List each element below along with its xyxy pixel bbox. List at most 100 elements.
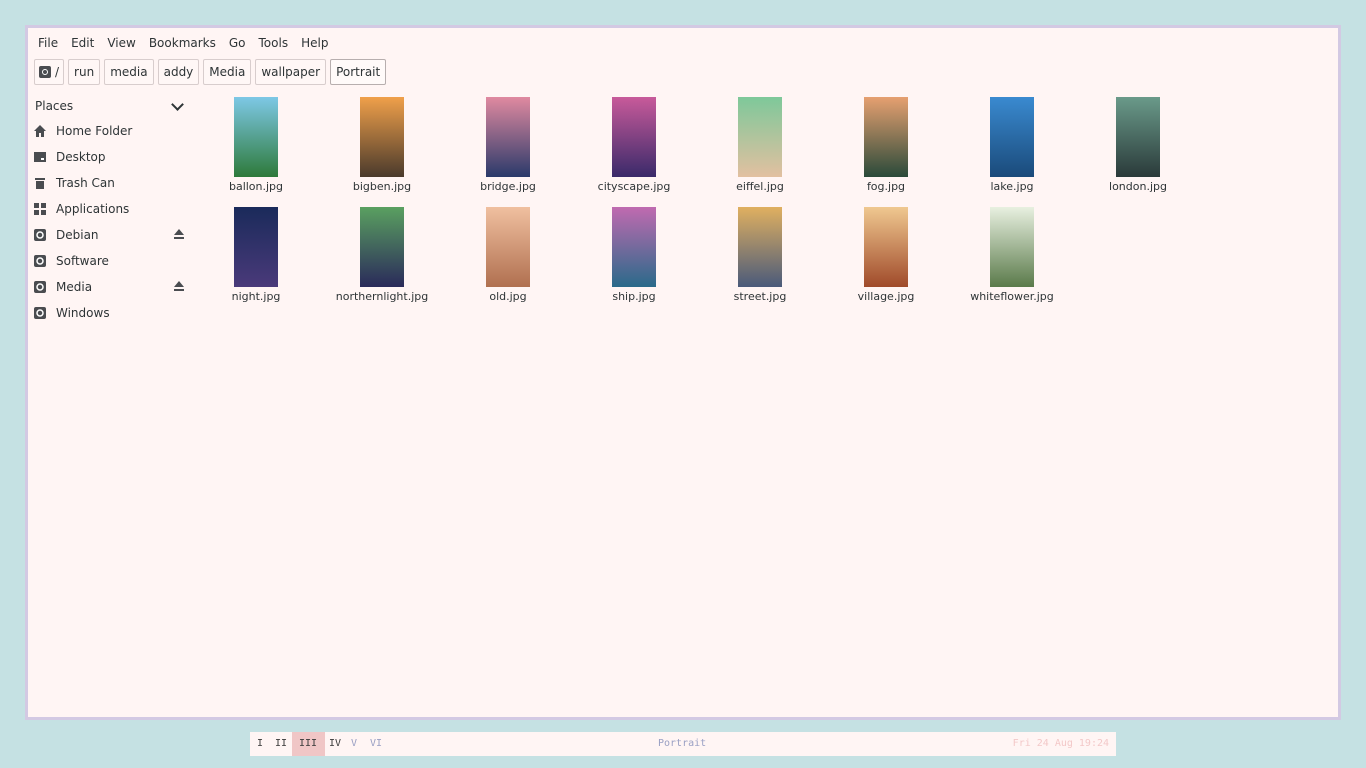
file-name: whiteflower.jpg [970,290,1054,303]
file-item[interactable]: eiffel.jpg [710,97,810,193]
eject-icon[interactable] [174,281,184,291]
file-name: old.jpg [489,290,527,303]
workspace-3[interactable]: III [292,732,326,756]
file-manager-window: File Edit View Bookmarks Go Tools Help / run med… [25,25,1341,720]
sidebar-item-desktop[interactable]: Desktop [28,144,188,170]
file-item[interactable]: northernlight.jpg [332,207,432,303]
file-name: ballon.jpg [228,180,284,193]
file-name: street.jpg [733,290,787,303]
sidebar-item-media[interactable]: Media [28,274,188,300]
file-name: cityscape.jpg [597,180,671,193]
path-label: Media [209,65,246,79]
path-button[interactable]: run [68,59,101,85]
file-item[interactable]: old.jpg [458,207,558,303]
file-item[interactable]: night.jpg [206,207,306,303]
status-bar: I II III IV V VI Portrait Fri 24 Aug 19:24 [250,732,1116,756]
image-thumbnail [612,207,656,287]
image-thumbnail [864,97,908,177]
file-item[interactable]: ship.jpg [584,207,684,303]
menu-edit[interactable]: Edit [67,34,98,52]
image-thumbnail [738,207,782,287]
places-sidebar: Places Home Folder Desktop Trash Can Applic… [28,94,188,326]
file-item[interactable]: village.jpg [836,207,936,303]
drive-icon [39,66,51,78]
trash-icon [33,176,47,190]
menu-file[interactable]: File [34,34,62,52]
path-bar: / run media addy Media wallpaper Portrait [34,59,387,85]
image-thumbnail [486,97,530,177]
sidebar-item-software[interactable]: Software [28,248,188,274]
sidebar-item-debian[interactable]: Debian [28,222,188,248]
file-item[interactable]: ballon.jpg [206,97,306,193]
menu-tools[interactable]: Tools [255,34,293,52]
path-label: addy [163,65,194,79]
path-button[interactable]: addy [157,59,200,85]
path-button[interactable]: media [104,59,154,85]
places-header[interactable]: Places [28,94,188,118]
file-item[interactable]: bridge.jpg [458,97,558,193]
file-item[interactable]: whiteflower.jpg [962,207,1062,303]
sidebar-item-label: Software [56,254,109,268]
sidebar-item-applications[interactable]: Applications [28,196,188,222]
image-thumbnail [360,97,404,177]
menu-bookmarks[interactable]: Bookmarks [145,34,220,52]
file-name: village.jpg [857,290,915,303]
image-thumbnail [990,97,1034,177]
path-root-button[interactable]: / [34,59,65,85]
file-name: ship.jpg [612,290,656,303]
image-thumbnail [234,97,278,177]
path-button[interactable]: Portrait [330,59,387,85]
file-name: eiffel.jpg [736,180,784,193]
sidebar-item-label: Trash Can [56,176,115,190]
menu-view[interactable]: View [103,34,139,52]
sidebar-item-trash-can[interactable]: Trash Can [28,170,188,196]
sidebar-item-home-folder[interactable]: Home Folder [28,118,188,144]
workspace-5[interactable]: V [344,732,365,756]
path-label: wallpaper [261,65,321,79]
path-label: media [110,65,148,79]
path-label: / [55,65,60,79]
drive-icon [33,254,47,268]
path-button[interactable]: wallpaper [255,59,327,85]
drive-icon [33,306,47,320]
file-name: lake.jpg [990,180,1034,193]
menu-go[interactable]: Go [225,34,250,52]
menu-bar: File Edit View Bookmarks Go Tools Help [34,34,337,52]
file-name: northernlight.jpg [335,290,429,303]
image-thumbnail [234,207,278,287]
drive-icon [33,228,47,242]
status-clock: Fri 24 Aug 19:24 [1012,738,1109,749]
menu-help[interactable]: Help [297,34,332,52]
file-name: fog.jpg [866,180,906,193]
file-name: london.jpg [1109,180,1167,193]
file-item[interactable]: bigben.jpg [332,97,432,193]
file-item[interactable]: cityscape.jpg [584,97,684,193]
path-label: Portrait [336,65,381,79]
places-title: Places [35,99,74,113]
drive-icon [33,280,47,294]
file-item[interactable]: lake.jpg [962,97,1062,193]
file-name: night.jpg [231,290,281,303]
path-button[interactable]: Media [203,59,252,85]
image-thumbnail [612,97,656,177]
file-name: bigben.jpg [352,180,412,193]
chevron-down-icon [171,97,184,111]
eject-icon[interactable] [174,229,184,239]
desktop-icon [33,150,47,164]
workspace-2[interactable]: II [268,732,295,756]
image-thumbnail [738,97,782,177]
image-thumbnail [990,207,1034,287]
file-name: bridge.jpg [480,180,536,193]
sidebar-item-label: Debian [56,228,99,242]
path-label: run [74,65,95,79]
file-item[interactable]: london.jpg [1088,97,1188,193]
sidebar-item-label: Media [56,280,93,294]
file-item[interactable]: fog.jpg [836,97,936,193]
applications-icon [33,202,47,216]
file-item[interactable]: street.jpg [710,207,810,303]
image-thumbnail [360,207,404,287]
home-icon [33,124,47,138]
sidebar-item-windows[interactable]: Windows [28,300,188,326]
sidebar-item-label: Applications [56,202,130,216]
workspace-6[interactable]: VI [363,732,390,756]
